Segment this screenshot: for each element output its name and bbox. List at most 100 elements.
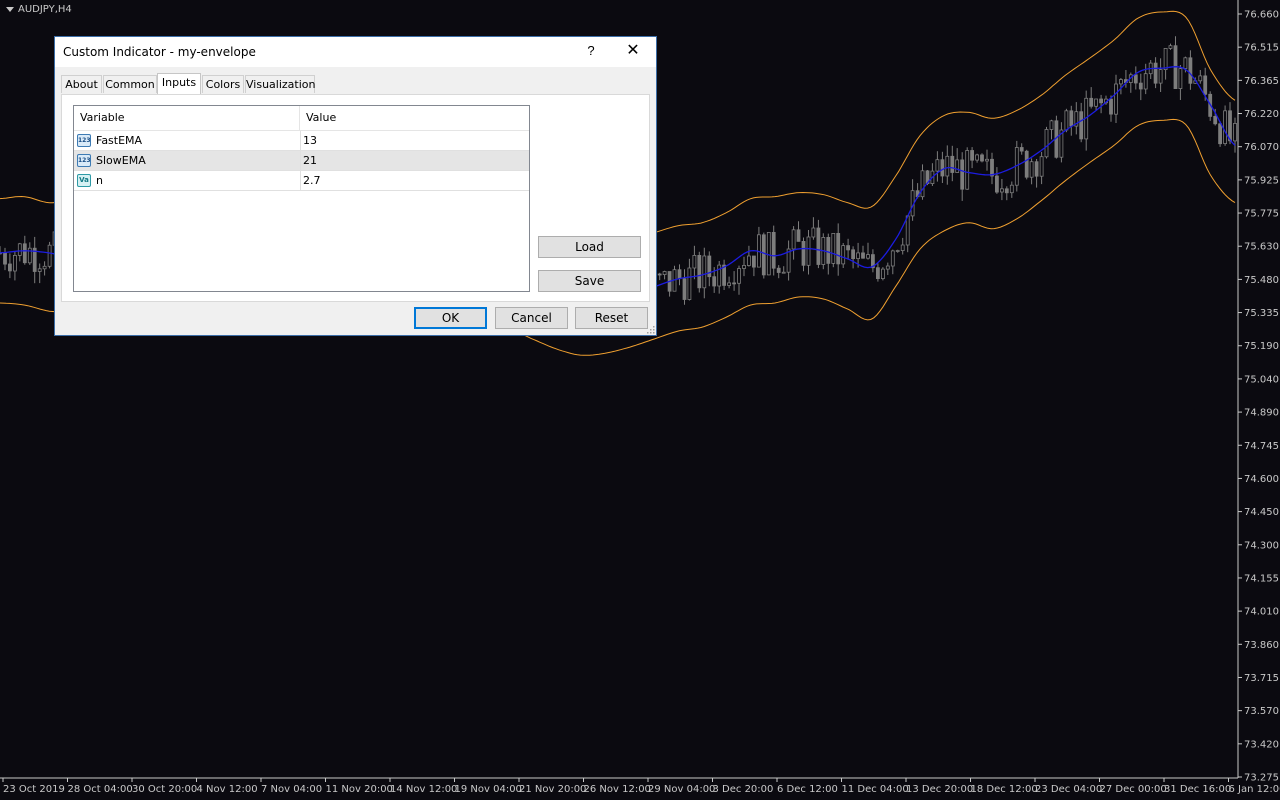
time-tick-label: 6 Jan 12:00 xyxy=(1229,784,1280,795)
time-tick-label: 19 Nov 04:00 xyxy=(455,784,522,795)
candle-body xyxy=(1009,184,1014,194)
candle-body xyxy=(737,268,741,284)
candle-body xyxy=(890,250,895,267)
candle-body xyxy=(955,159,960,173)
save-button[interactable]: Save xyxy=(538,270,641,292)
column-divider xyxy=(300,131,301,151)
variable-name: SlowEMA xyxy=(96,154,146,167)
close-button[interactable]: ✕ xyxy=(620,39,646,63)
candle-body xyxy=(885,265,890,270)
candle-body xyxy=(1049,120,1054,130)
candle-body xyxy=(1198,75,1203,82)
column-header-value[interactable]: Value xyxy=(300,106,526,130)
candle-body xyxy=(1218,123,1222,145)
price-tick-label: 75.775 xyxy=(1244,209,1279,220)
candle-body xyxy=(1183,57,1188,69)
integer-param-icon: 123 xyxy=(77,154,91,167)
price-tick-label: 74.300 xyxy=(1244,540,1279,551)
time-tick-label: 29 Nov 04:00 xyxy=(648,784,715,795)
candle-body xyxy=(826,236,831,264)
chart-symbol-label: AUDJPY,H4 xyxy=(18,4,72,15)
candle-body xyxy=(732,282,736,285)
time-tick-label: 27 Dec 00:00 xyxy=(1100,784,1167,795)
candle-body xyxy=(950,155,955,173)
candle-body xyxy=(1188,57,1193,84)
candle-body xyxy=(985,158,989,162)
candle-body xyxy=(876,267,880,280)
candle-body xyxy=(37,268,42,272)
table-row[interactable]: 123 SlowEMA 21 xyxy=(74,151,529,171)
table-row[interactable]: 123 FastEMA 13 xyxy=(74,131,529,151)
tab-common[interactable]: Common xyxy=(103,75,157,93)
candle-body xyxy=(662,271,667,275)
resize-grip-icon[interactable] xyxy=(647,326,655,334)
column-divider xyxy=(300,151,301,171)
time-tick-label: 18 Dec 12:00 xyxy=(971,784,1038,795)
time-tick-label: 11 Nov 20:00 xyxy=(326,784,393,795)
time-tick-label: 11 Dec 04:00 xyxy=(842,784,909,795)
variable-value[interactable]: 21 xyxy=(303,151,523,171)
variable-value[interactable]: 2.7 xyxy=(303,171,523,191)
load-button[interactable]: Load xyxy=(538,236,641,258)
inputs-table: Variable Value 123 FastEMA 13 123 SlowEM… xyxy=(73,105,530,292)
candle-body xyxy=(771,231,776,269)
price-tick-label: 74.890 xyxy=(1244,408,1279,419)
candle-body xyxy=(970,150,974,161)
candle-body xyxy=(980,154,984,162)
candle-body xyxy=(856,252,860,259)
candle-body xyxy=(965,150,970,190)
candle-body xyxy=(1178,68,1183,89)
candle-body xyxy=(1223,110,1227,145)
dialog-titlebar[interactable]: Custom Indicator - my-envelope ? ✕ xyxy=(55,37,656,67)
variable-value[interactable]: 13 xyxy=(303,131,523,151)
candle-body xyxy=(881,268,885,280)
candle-body xyxy=(851,249,855,260)
tab-visualization[interactable]: Visualization xyxy=(245,75,315,93)
column-header-variable[interactable]: Variable xyxy=(74,106,300,130)
candle-body xyxy=(1044,129,1049,158)
candle-body xyxy=(1039,156,1044,177)
candle-body xyxy=(1143,73,1148,90)
candle-body xyxy=(1228,110,1232,142)
price-tick-label: 76.660 xyxy=(1244,10,1279,21)
time-tick-label: 23 Oct 2019 xyxy=(3,784,65,795)
time-tick-label: 7 Nov 04:00 xyxy=(261,784,322,795)
candle-body xyxy=(836,232,841,265)
candle-body xyxy=(975,154,979,161)
time-tick-label: 23 Dec 04:00 xyxy=(1035,784,1102,795)
candle-body xyxy=(900,244,905,251)
candle-body xyxy=(1168,45,1173,49)
dropdown-triangle-icon xyxy=(6,6,14,12)
price-tick-label: 76.515 xyxy=(1244,43,1279,54)
chart-symbol-title[interactable]: AUDJPY,H4 xyxy=(6,4,72,15)
price-tick-label: 74.155 xyxy=(1244,573,1279,584)
price-tick-label: 75.925 xyxy=(1244,175,1279,186)
time-tick-label: 21 Nov 20:00 xyxy=(519,784,586,795)
candle-body xyxy=(945,155,950,177)
inputs-panel: Variable Value 123 FastEMA 13 123 SlowEM… xyxy=(61,94,650,302)
price-tick-label: 75.630 xyxy=(1244,242,1279,253)
help-button[interactable]: ? xyxy=(581,41,601,61)
price-tick-label: 74.450 xyxy=(1244,507,1279,518)
price-tick-label: 75.480 xyxy=(1244,275,1279,286)
candle-body xyxy=(781,271,786,274)
candle-body xyxy=(712,276,717,287)
table-row[interactable]: Va n 2.7 xyxy=(74,171,529,191)
price-tick-label: 75.040 xyxy=(1244,374,1279,385)
candle-body xyxy=(1064,110,1069,131)
candle-body xyxy=(1019,147,1024,152)
candle-body xyxy=(1094,98,1098,107)
price-tick-label: 73.715 xyxy=(1244,673,1279,684)
tab-inputs[interactable]: Inputs xyxy=(157,73,201,94)
candle-body xyxy=(1233,123,1237,142)
cancel-button[interactable]: Cancel xyxy=(495,307,568,329)
time-tick-label: 26 Nov 12:00 xyxy=(584,784,651,795)
price-tick-label: 73.860 xyxy=(1244,640,1279,651)
price-tick-label: 73.420 xyxy=(1244,739,1279,750)
ok-button[interactable]: OK xyxy=(414,307,487,329)
reset-button[interactable]: Reset xyxy=(575,307,648,329)
tab-colors[interactable]: Colors xyxy=(202,75,244,93)
candle-body xyxy=(1114,83,1118,115)
tab-about[interactable]: About xyxy=(61,75,102,93)
candle-body xyxy=(1029,161,1034,178)
